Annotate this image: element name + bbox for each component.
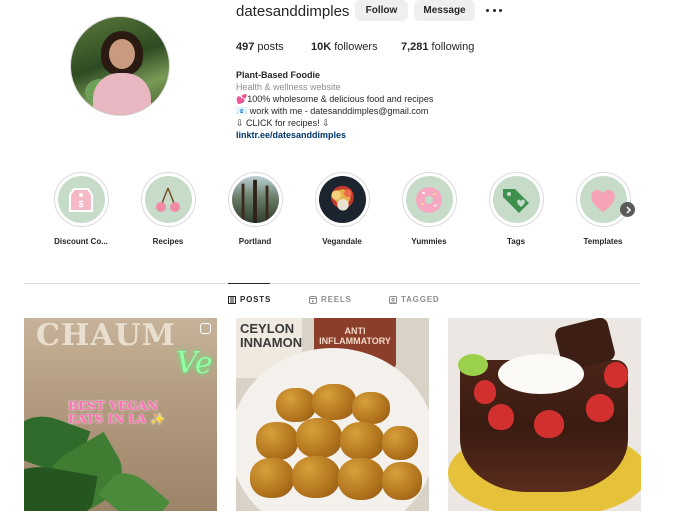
- strawberry: [474, 380, 496, 404]
- strawberry: [488, 404, 514, 430]
- bio-line-3: ⇩ CLICK for recipes! ⇩: [236, 118, 330, 128]
- food-piece: [292, 456, 340, 498]
- follow-button[interactable]: Follow: [355, 0, 408, 21]
- post-overlay-text: BEST VEGAN EATS IN LA ✨: [68, 400, 165, 426]
- post-thumbnail-chocolate-cake[interactable]: [448, 318, 641, 511]
- followers-count: 10K: [311, 41, 332, 53]
- post-thumbnail-best-vegan-eats[interactable]: CHAUM Ve BEST VEGAN EATS IN LA ✨: [24, 318, 217, 511]
- avatar-face: [109, 39, 135, 69]
- tab-posts-label: POSTS: [240, 295, 272, 304]
- bio-line-1: 💕100% wholesome & delicious food and rec…: [236, 94, 434, 104]
- food-piece: [250, 458, 294, 498]
- jar2-label-line-1: ANTI: [344, 326, 366, 336]
- tagged-icon: [389, 295, 397, 304]
- food-piece: [338, 458, 384, 500]
- anti-inflammatory-label: ANTI INFLAMMATORY: [318, 326, 392, 346]
- more-options-icon[interactable]: [486, 4, 502, 16]
- food-piece: [352, 392, 390, 424]
- active-tab-indicator: [228, 283, 270, 284]
- highlight-label: Discount Co...: [54, 237, 108, 246]
- tag-heart-icon: [503, 188, 529, 213]
- food-piece: [312, 384, 356, 420]
- posts-stat: 497 posts: [236, 41, 284, 53]
- highlight-vegandale[interactable]: Vegandale: [303, 172, 381, 246]
- highlight-label: Portland: [238, 237, 272, 246]
- profile-bio: Plant-Based Foodie Health & wellness web…: [236, 69, 536, 141]
- cherries-icon: [156, 187, 180, 212]
- profile-avatar[interactable]: [70, 16, 170, 116]
- highlight-label: Vegandale: [322, 237, 362, 246]
- grid-icon: [228, 295, 236, 304]
- reels-icon: [309, 295, 317, 304]
- avatar-body: [93, 73, 151, 115]
- followers-stat[interactable]: 10K followers: [311, 41, 378, 53]
- tab-reels-label: REELS: [321, 295, 352, 304]
- following-count: 7,281: [401, 41, 429, 53]
- food-piece: [382, 462, 422, 500]
- post-neon-text: Ve: [176, 346, 213, 381]
- forest-photo-icon: [241, 179, 268, 223]
- bio-category: Health & wellness website: [236, 82, 341, 92]
- reel-indicator-icon: [200, 323, 211, 334]
- cinnamon-jar-label: CEYLON INNAMON: [240, 322, 302, 350]
- price-tag-icon: $: [69, 187, 93, 212]
- food-piece: [382, 426, 418, 460]
- jar2-label-line-2: INFLAMMATORY: [319, 336, 391, 346]
- bio-line-2: 📧 work with me - datesanddimples@gmail.c…: [236, 106, 429, 116]
- tabs-divider: [24, 283, 640, 284]
- food-piece: [340, 422, 384, 460]
- food-piece: [276, 388, 316, 422]
- highlight-recipes[interactable]: Recipes: [129, 172, 207, 246]
- post-sign-text: CHAUM: [36, 318, 176, 353]
- post-overlay-line-2: EATS IN LA ✨: [68, 412, 166, 426]
- tab-tagged[interactable]: TAGGED: [389, 295, 439, 304]
- highlight-tags[interactable]: Tags: [477, 172, 555, 246]
- post-thumbnail-crispy-bites[interactable]: CEYLON INNAMON ANTI INFLAMMATORY: [236, 318, 429, 511]
- strawberry: [586, 394, 614, 422]
- posts-label: posts: [257, 41, 284, 53]
- strawberry: [604, 362, 628, 388]
- tab-posts[interactable]: POSTS: [228, 295, 271, 304]
- lime-slice: [458, 354, 488, 376]
- food-photo-icon: [330, 189, 352, 211]
- whipped-cream: [498, 354, 584, 394]
- bio-name: Plant-Based Foodie: [236, 70, 321, 80]
- food-piece: [296, 418, 342, 458]
- profile-tabs: POSTS REELS TAGGED: [0, 295, 700, 309]
- highlights-next-arrow-icon[interactable]: [620, 202, 635, 217]
- story-highlights: $ Discount Co... Recipes Portland Vegand…: [42, 172, 642, 252]
- following-stat[interactable]: 7,281 following: [401, 41, 474, 53]
- strawberry: [534, 410, 564, 438]
- following-label: following: [431, 41, 475, 53]
- profile-username: datesanddimples: [236, 3, 350, 20]
- tab-tagged-label: TAGGED: [401, 295, 440, 304]
- tab-reels[interactable]: REELS: [309, 295, 352, 304]
- jar-label-line-2: INNAMON: [240, 335, 303, 350]
- highlight-label: Yummies: [411, 237, 447, 246]
- highlight-portland[interactable]: Portland: [216, 172, 294, 246]
- highlight-label: Tags: [506, 237, 526, 246]
- posts-count: 497: [236, 41, 255, 53]
- highlight-label: Templates: [583, 237, 623, 246]
- jar-label-line-1: CEYLON: [240, 321, 295, 336]
- svg-text:$: $: [78, 199, 83, 209]
- highlight-label: Recipes: [152, 237, 184, 246]
- highlight-yummies[interactable]: Yummies: [390, 172, 468, 246]
- heart-icon: [591, 189, 615, 212]
- food-piece: [256, 422, 298, 460]
- donut-icon: [416, 186, 442, 213]
- followers-label: followers: [334, 41, 378, 53]
- highlight-discount-codes[interactable]: $ Discount Co...: [42, 172, 120, 246]
- bio-link[interactable]: linktr.ee/datesanddimples: [236, 129, 536, 141]
- message-button[interactable]: Message: [414, 0, 475, 21]
